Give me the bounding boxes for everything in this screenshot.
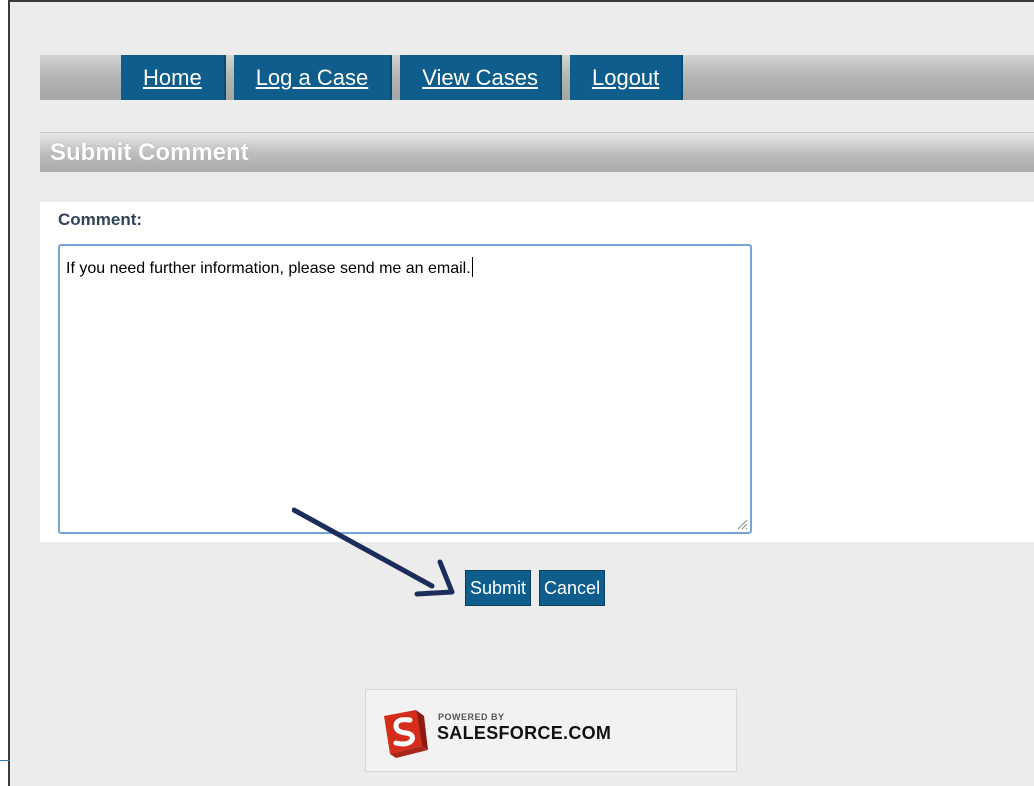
tab-log-a-case[interactable]: Log a Case [233, 55, 393, 100]
section-header: Submit Comment [40, 132, 1034, 172]
tab-logout[interactable]: Logout [569, 55, 684, 100]
arrow-icon [292, 507, 455, 597]
powered-by-badge[interactable]: POWERED BY SALESFORCE.COM [365, 689, 737, 772]
corner-divider [0, 760, 10, 761]
submit-button[interactable]: Submit [465, 570, 532, 606]
cancel-button[interactable]: Cancel [539, 570, 606, 606]
powered-by-text: POWERED BY [438, 712, 505, 722]
comment-label: Comment: [58, 210, 143, 229]
comment-textarea[interactable]: If you need further information, please … [58, 244, 752, 534]
resize-grip-icon[interactable] [734, 516, 748, 530]
text-cursor [471, 257, 473, 277]
tab-view-cases[interactable]: View Cases [400, 55, 562, 100]
salesforce-logo-icon [384, 710, 428, 758]
comment-text: If you need further information, please … [66, 260, 471, 277]
page-title: Submit Comment [50, 139, 249, 166]
comment-form: Comment: If you need further information… [40, 202, 1034, 542]
nav-bar: Home Log a Case View Cases Logout [40, 55, 1034, 100]
portal-frame: Home Log a Case View Cases Logout Submit… [8, 0, 1034, 786]
nav-tabs: Home Log a Case View Cases Logout [121, 55, 684, 100]
brand-name: SALESFORCE.COM [437, 723, 612, 743]
tab-home[interactable]: Home [121, 55, 226, 100]
form-actions: Submit Cancel [465, 570, 606, 606]
